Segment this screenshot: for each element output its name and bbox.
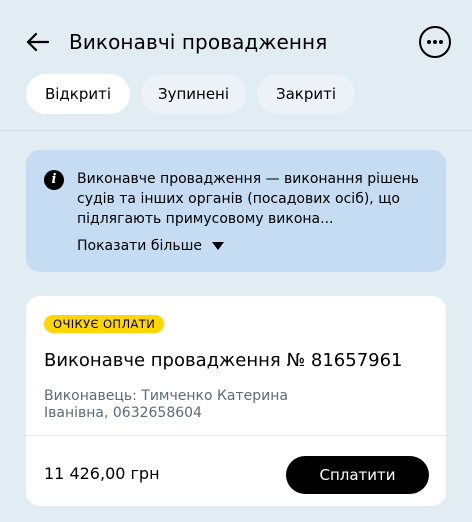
header-divider — [0, 130, 472, 131]
card-title: Виконавче провадження № 81657961 — [44, 350, 403, 371]
more-horizontal-icon — [427, 40, 443, 44]
info-banner: i Виконавче провадження — виконання ріше… — [26, 150, 446, 272]
arrow-left-icon — [26, 32, 49, 52]
tab-open[interactable]: Відкриті — [26, 74, 130, 114]
show-more-label: Показати більше — [77, 238, 203, 254]
executor-info: Виконавець: Тимченко Катерина Іванівна, … — [44, 388, 288, 421]
status-badge: ОЧІКУЄ ОПЛАТИ — [44, 315, 165, 333]
pay-button[interactable]: Сплатити — [286, 456, 429, 494]
page-title: Виконавчі провадження — [69, 30, 328, 54]
amount: 11 426,00 грн — [44, 464, 160, 483]
top-bar: Виконавчі провадження — [0, 0, 472, 84]
tab-closed[interactable]: Закриті — [257, 74, 355, 114]
back-button[interactable] — [22, 28, 52, 56]
show-more-link[interactable]: Показати більше — [77, 236, 225, 256]
tab-suspended[interactable]: Зупинені — [141, 74, 246, 114]
enforcement-card[interactable]: ОЧІКУЄ ОПЛАТИ Виконавче провадження № 81… — [26, 296, 446, 506]
caret-down-icon — [212, 242, 225, 250]
info-icon: i — [44, 170, 64, 190]
more-button[interactable] — [419, 26, 451, 58]
card-divider — [26, 435, 446, 436]
info-text: Виконавче провадження — виконання рішень… — [77, 171, 419, 227]
